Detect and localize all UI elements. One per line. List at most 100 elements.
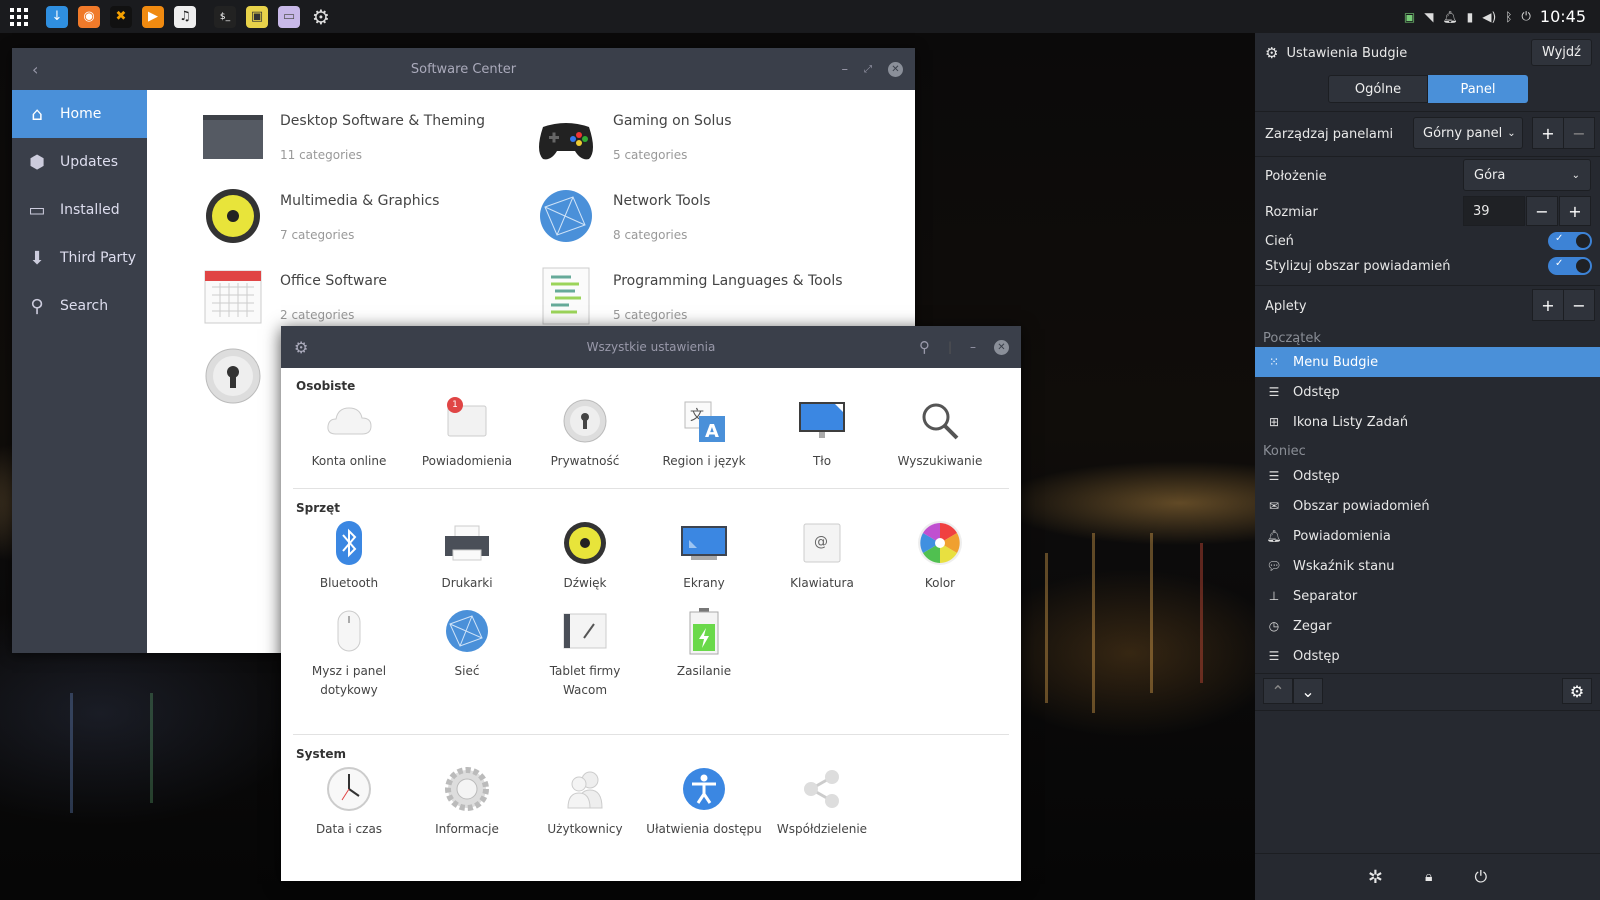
settings-item-sound[interactable]: Dźwięk [526,518,644,593]
clock[interactable]: 10:45 [1540,7,1586,26]
bluetooth-icon[interactable]: ᛒ [1505,10,1512,24]
stylize-toggle[interactable] [1548,257,1592,275]
settings-item-details[interactable]: Informacje [408,764,526,839]
size-increase-button[interactable]: + [1559,196,1591,226]
add-panel-button[interactable]: + [1532,117,1564,149]
terminal-launcher-icon[interactable]: $_ [214,5,236,28]
applet-separator[interactable]: ⊥ Separator [1255,581,1600,611]
settings-item-region[interactable]: 文A Region i język [645,396,763,471]
settings-item-label: Ułatwienia dostępu [646,822,762,836]
applet-clock[interactable]: ◷ Zegar [1255,611,1600,641]
minimize-button[interactable]: – [842,62,849,77]
settings-item-network[interactable]: Sieć [408,606,526,681]
applet-status-indicator[interactable]: 💬︎ Wskaźnik stanu [1255,551,1600,581]
settings-item-power[interactable]: Zasilanie [645,606,763,681]
add-applet-button[interactable]: + [1532,289,1564,321]
search-icon[interactable]: ⚲ [919,338,930,356]
settings-item-datetime[interactable]: Data i czas [290,764,408,839]
settings-item-privacy[interactable]: Prywatność [526,396,644,471]
applet-spacer[interactable]: ☰ Odstęp [1255,641,1600,671]
applet-settings-button[interactable]: ⚙ [1562,678,1592,704]
category-desktop[interactable]: Desktop Software & Theming 11 categories [202,100,522,170]
sidebar-item-home[interactable]: ⌂ Home [12,90,147,138]
size-decrease-button[interactable]: − [1526,196,1558,226]
settings-item-displays[interactable]: Ekrany [645,518,763,593]
clock-icon: ◷ [1268,619,1280,633]
settings-item-users[interactable]: Użytkownicy [526,764,644,839]
size-input[interactable]: 39 [1463,196,1525,226]
panel-select-dropdown[interactable]: Górny panel ⌄ [1413,117,1523,149]
power-icon[interactable]: ⏻ [1474,867,1487,887]
sidebar-item-installed[interactable]: ▭ Installed [12,186,147,234]
applet-spacer[interactable]: ☰ Odstęp [1255,461,1600,491]
game-launcher-icon[interactable]: ✖ [110,5,132,28]
move-down-button[interactable]: ⌄ [1293,678,1323,704]
stylize-label: Stylizuj obszar powiadamień [1265,258,1451,274]
settings-launcher-icon[interactable]: ⚙ [310,5,332,29]
search-icon: ⚲ [30,295,44,317]
software-center-launcher-icon[interactable]: ↓ [46,5,68,28]
app-menu-grid-icon[interactable] [8,6,30,28]
tasklist-icon: ⊞ [1268,415,1280,429]
power-icon[interactable]: ⏻ [1521,9,1531,24]
battery-icon[interactable]: ▮ [1467,10,1474,24]
remove-applet-button[interactable]: − [1563,289,1595,321]
shadow-toggle[interactable] [1548,232,1592,250]
settings-item-label: Drukarki [441,576,493,590]
applet-notifications[interactable]: 🔔︎ Powiadomienia [1255,521,1600,551]
gear-icon[interactable]: ⚙ [294,338,308,357]
category-gaming[interactable]: Gaming on Solus 5 categories [535,100,855,170]
close-button[interactable]: ✕ [994,339,1009,355]
settings-item-printers[interactable]: Drukarki [408,518,526,593]
accessibility-icon [683,768,725,810]
back-arrow-icon[interactable]: ‹ [32,60,38,79]
settings-item-wacom[interactable]: Tablet firmy Wacom [526,606,644,700]
close-button[interactable]: ✕ [888,61,903,77]
category-multimedia[interactable]: Multimedia & Graphics 7 categories [202,180,522,250]
image-viewer-launcher-icon[interactable]: ▣ [246,5,268,28]
settings-item-search[interactable]: Wyszukiwanie [881,396,999,471]
sidebar-item-updates[interactable]: ⬢ Updates [12,138,147,186]
software-center-sidebar: ⌂ Home ⬢ Updates ▭ Installed ⬇ Third Par… [12,90,147,653]
position-dropdown[interactable]: Góra ⌄ [1463,159,1591,191]
settings-item-color[interactable]: Kolor [881,518,999,593]
settings-item-keyboard[interactable]: @ Klawiatura [763,518,881,593]
category-office[interactable]: Office Software 2 categories [202,260,522,330]
minimize-button[interactable]: – [970,340,976,354]
applet-spacer[interactable]: ☰ Odstęp [1255,377,1600,407]
home-icon: ⌂ [31,103,43,125]
maximize-button[interactable]: ⤢ [864,64,872,75]
category-network[interactable]: Network Tools 8 categories [535,180,855,250]
firefox-launcher-icon[interactable]: ◉ [78,5,100,28]
tablet-icon [563,613,607,649]
spacer-icon: ☰ [1268,649,1280,663]
music-launcher-icon[interactable]: ♫ [174,5,196,28]
settings-item-notifications[interactable]: 1 Powiadomienia [408,396,526,471]
lock-icon[interactable]: 🔒︎ [1425,869,1432,885]
tab-panel[interactable]: Panel [1428,75,1528,103]
tab-general[interactable]: Ogólne [1328,75,1428,103]
chat-tray-icon[interactable]: ▣ [1404,10,1415,24]
remove-panel-button[interactable]: − [1563,117,1595,149]
settings-item-bluetooth[interactable]: Bluetooth [290,518,408,593]
volume-icon[interactable]: ◀) [1482,10,1496,24]
wifi-icon[interactable]: ◥ [1424,10,1433,24]
category-name: Network Tools [613,193,711,209]
sidebar-item-third-party[interactable]: ⬇ Third Party [12,234,147,282]
settings-item-background[interactable]: Tło [763,396,881,471]
applet-icon-tasklist[interactable]: ⊞ Ikona Listy Zadań [1255,407,1600,437]
tools-icon[interactable]: ✲ [1368,867,1383,888]
settings-item-mouse[interactable]: Mysz i panel dotykowy [290,606,408,700]
applet-menu-budgie[interactable]: ⁙ Menu Budgie [1255,347,1600,377]
media-player-launcher-icon[interactable]: ▶ [142,5,164,28]
sidebar-item-search[interactable]: ⚲ Search [12,282,147,330]
settings-item-sharing[interactable]: Współdzielenie [763,764,881,839]
bell-icon[interactable]: 🔔︎ [1442,10,1457,24]
exit-button[interactable]: Wyjdź [1530,39,1592,66]
move-up-button[interactable]: ⌃ [1263,678,1293,704]
files-launcher-icon[interactable]: ▭ [278,5,300,28]
applet-system-tray[interactable]: ✉ Obszar powiadomień [1255,491,1600,521]
settings-item-accessibility[interactable]: Ułatwienia dostępu [645,764,763,839]
category-programming[interactable]: Programming Languages & Tools 5 categori… [535,260,855,330]
settings-item-online-accounts[interactable]: Konta online [290,396,408,471]
